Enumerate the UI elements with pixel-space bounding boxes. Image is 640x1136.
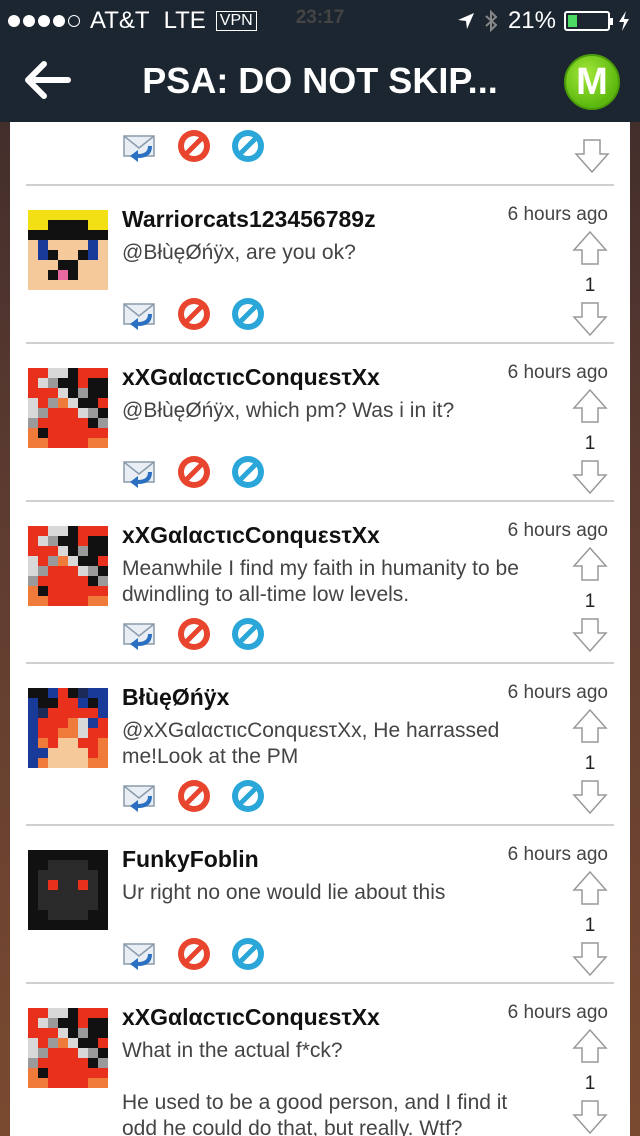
upvote-arrow-icon[interactable] (570, 1028, 610, 1064)
avatar[interactable] (28, 526, 108, 606)
avatar[interactable] (28, 1008, 108, 1088)
vote-score: 1 (584, 275, 596, 296)
vote-control: 1 (568, 870, 612, 982)
timestamp: 6 hours ago (507, 362, 608, 383)
timestamp: 6 hours ago (507, 844, 608, 865)
vote-score: 1 (584, 1073, 596, 1094)
status-bar: AT&T LTE VPN 23:17 21% (0, 0, 640, 40)
comment-text: Meanwhile I find my faith in humanity to… (122, 557, 519, 606)
username[interactable]: BłùęØńÿx (122, 684, 229, 711)
vote-score: 1 (584, 433, 596, 454)
avatar[interactable] (28, 368, 108, 448)
vote-control: 1 (568, 1028, 612, 1136)
downvote-arrow-icon[interactable] (570, 459, 610, 495)
comment-actions (122, 936, 266, 972)
report-icon[interactable] (230, 454, 266, 490)
downvote-arrow-icon[interactable] (570, 941, 610, 977)
list-item[interactable]: FunkyFoblin 6 hours ago Ur right no one wo… (10, 824, 630, 982)
comment-list[interactable]: Warriorcats123456789z 6 hours ago @BłùęØńÿ… (10, 122, 630, 1136)
vote-score: 1 (584, 591, 596, 612)
comment-actions (122, 616, 266, 652)
battery-percent: 21% (507, 7, 556, 34)
reply-mail-icon[interactable] (122, 128, 158, 164)
comment-actions (122, 778, 266, 814)
timestamp: 6 hours ago (507, 204, 608, 225)
vote-control: 1 (568, 546, 612, 658)
username[interactable]: Warriorcats123456789z (122, 206, 376, 233)
bluetooth-icon (485, 9, 498, 33)
downvote-arrow-icon[interactable] (570, 779, 610, 815)
upvote-arrow-icon[interactable] (570, 230, 610, 266)
comment-text: @BłùęØńÿx, which pm? Was i in it? (122, 399, 455, 422)
app-logo-button[interactable]: M (564, 54, 620, 110)
list-item[interactable]: BłùęØńÿx 6 hours ago @xXGαlαcτιcConquεsτXx… (10, 662, 630, 824)
upvote-arrow-icon[interactable] (570, 546, 610, 582)
list-item-partial (10, 122, 630, 184)
block-icon[interactable] (176, 296, 212, 332)
comment-actions (122, 296, 266, 332)
comment-text-continued: He used to be a good person, and I find … (122, 1091, 508, 1136)
comment-actions (122, 128, 266, 164)
downvote-arrow-icon[interactable] (570, 301, 610, 337)
downvote-arrow-icon[interactable] (572, 136, 612, 176)
upvote-arrow-icon[interactable] (570, 870, 610, 906)
timestamp: 6 hours ago (507, 1002, 608, 1023)
block-icon[interactable] (176, 936, 212, 972)
reply-mail-icon[interactable] (122, 936, 158, 972)
battery-icon (564, 11, 613, 31)
username[interactable]: xXGαlαcτιcConquεsτXx (122, 364, 380, 391)
list-item[interactable]: xXGαlαcτιcConquεsτXx 6 hours ago @BłùęØńÿx… (10, 342, 630, 500)
reply-mail-icon[interactable] (122, 296, 158, 332)
comment-actions (122, 454, 266, 490)
block-icon[interactable] (176, 454, 212, 490)
vote-control: 1 (568, 230, 612, 342)
list-item[interactable]: Warriorcats123456789z 6 hours ago @BłùęØńÿ… (10, 184, 630, 342)
reply-mail-icon[interactable] (122, 778, 158, 814)
comment-text: What in the actual f*ck? (122, 1039, 343, 1062)
username[interactable]: xXGαlαcτιcConquεsτXx (122, 522, 380, 549)
list-item[interactable]: xXGαlαcτιcConquεsτXx 6 hours ago What in t… (10, 982, 630, 1136)
upvote-arrow-icon[interactable] (570, 708, 610, 744)
upvote-arrow-icon[interactable] (570, 388, 610, 424)
username[interactable]: FunkyFoblin (122, 846, 259, 873)
report-icon[interactable] (230, 778, 266, 814)
navigation-bar: PSA: DO NOT SKIP... M (0, 40, 640, 122)
charging-bolt-icon (619, 11, 629, 31)
page-title: PSA: DO NOT SKIP... (142, 60, 498, 101)
block-icon[interactable] (176, 616, 212, 652)
comment-text: @BłùęØńÿx, are you ok? (122, 241, 356, 264)
username[interactable]: xXGαlαcτιcConquεsτXx (122, 1004, 380, 1031)
avatar[interactable] (28, 688, 108, 768)
downvote-arrow-icon[interactable] (570, 617, 610, 653)
comment-text: Ur right no one would lie about this (122, 881, 446, 904)
reply-mail-icon[interactable] (122, 616, 158, 652)
report-icon[interactable] (230, 128, 266, 164)
timestamp: 6 hours ago (507, 682, 608, 703)
vote-score: 1 (584, 753, 596, 774)
back-arrow-icon[interactable] (22, 60, 72, 100)
timestamp: 6 hours ago (507, 520, 608, 541)
downvote-arrow-icon[interactable] (570, 1099, 610, 1135)
avatar[interactable] (28, 210, 108, 290)
comment-text: @xXGαlαcτιcConquεsτXx, He harrassed me!L… (122, 719, 500, 768)
reply-mail-icon[interactable] (122, 454, 158, 490)
list-item[interactable]: xXGαlαcτιcConquεsτXx 6 hours ago Meanwhile… (10, 500, 630, 662)
location-arrow-icon (457, 13, 474, 29)
vote-control: 1 (568, 388, 612, 500)
report-icon[interactable] (230, 296, 266, 332)
report-icon[interactable] (230, 616, 266, 652)
report-icon[interactable] (230, 936, 266, 972)
vote-score: 1 (584, 915, 596, 936)
block-icon[interactable] (176, 128, 212, 164)
vote-control: 1 (568, 708, 612, 820)
avatar[interactable] (28, 850, 108, 930)
block-icon[interactable] (176, 778, 212, 814)
